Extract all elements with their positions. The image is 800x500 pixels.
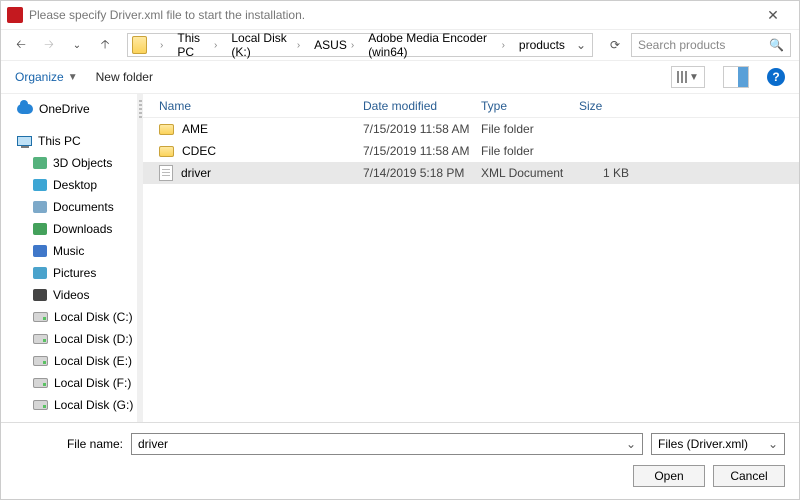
documents-icon [33,201,47,213]
tree-item-drive-g[interactable]: Local Disk (G:) [1,394,137,416]
tree-item-downloads[interactable]: Downloads [1,218,137,240]
new-folder-button[interactable]: New folder [96,70,153,84]
breadcrumb[interactable]: products [514,34,570,56]
videos-icon [33,289,47,301]
tree-item-thispc[interactable]: This PC [1,130,137,152]
drive-icon [33,400,48,410]
cloud-icon [17,104,33,114]
open-button[interactable]: Open [633,465,705,487]
downloads-icon [33,223,47,235]
tree-item-3dobjects[interactable]: 3D Objects [1,152,137,174]
tree-item-onedrive[interactable]: OneDrive [1,98,137,120]
file-dialog: Please specify Driver.xml file to start … [0,0,800,500]
desktop-icon [33,179,47,191]
list-item[interactable]: AME 7/15/2019 11:58 AM File folder [143,118,799,140]
column-headers: Name Date modified Type Size [143,94,799,118]
column-date[interactable]: Date modified [363,99,481,113]
chevron-right-icon: › [210,40,221,51]
pc-icon [17,136,32,146]
folder-icon [159,124,174,135]
forward-button[interactable]: 🡢 [37,33,61,57]
tree-item-music[interactable]: Music [1,240,137,262]
tree-item-drive-c[interactable]: Local Disk (C:) [1,306,137,328]
organize-menu[interactable]: Organize▼ [15,70,78,84]
filename-input[interactable]: driver ⌄ [131,433,643,455]
pictures-icon [33,267,47,279]
preview-pane-button[interactable] [723,66,749,88]
chevron-right-icon: › [156,40,167,51]
file-list: Name Date modified Type Size AME 7/15/20… [143,94,799,422]
objects-icon [33,157,47,169]
navbar: 🡠 🡢 ⌄ 🡡 › This PC› Local Disk (K:)› ASUS… [1,29,799,61]
breadcrumb[interactable]: ASUS› [309,34,363,56]
file-type-filter[interactable]: Files (Driver.xml) ⌄ [651,433,785,455]
chevron-down-icon: ▼ [68,72,78,83]
chevron-right-icon: › [347,40,358,51]
tree-item-videos[interactable]: Videos [1,284,137,306]
tree-item-documents[interactable]: Documents [1,196,137,218]
chevron-down-icon: ▼ [689,72,699,83]
chevron-right-icon: › [293,40,304,51]
breadcrumb[interactable]: Adobe Media Encoder (win64)› [363,34,514,56]
view-options-button[interactable]: ▼ [671,66,705,88]
column-type[interactable]: Type [481,99,579,113]
cancel-button[interactable]: Cancel [713,465,785,487]
search-icon: 🔍 [769,38,784,52]
tree-item-drive-d[interactable]: Local Disk (D:) [1,328,137,350]
chevron-down-icon[interactable]: ⌄ [626,437,636,451]
chevron-down-icon[interactable]: ⌄ [768,437,778,451]
up-button[interactable]: 🡡 [93,33,117,57]
tree-item-desktop[interactable]: Desktop [1,174,137,196]
address-bar[interactable]: › This PC› Local Disk (K:)› ASUS› Adobe … [127,33,593,57]
search-placeholder: Search products [638,38,725,52]
app-icon [7,7,23,23]
dialog-body: OneDrive This PC 3D Objects Desktop Docu… [1,93,799,422]
column-name[interactable]: Name [143,99,363,113]
toolbar: Organize▼ New folder ▼ ? [1,61,799,93]
list-item[interactable]: CDEC 7/15/2019 11:58 AM File folder [143,140,799,162]
list-item[interactable]: driver 7/14/2019 5:18 PM XML Document 1 … [143,162,799,184]
search-input[interactable]: Search products 🔍 [631,33,791,57]
address-dropdown[interactable]: ⌄ [570,38,592,52]
drive-icon [33,312,48,322]
titlebar: Please specify Driver.xml file to start … [1,1,799,29]
dialog-footer: File name: driver ⌄ Files (Driver.xml) ⌄… [1,422,799,499]
filename-label: File name: [15,437,123,451]
tree-item-drive-e[interactable]: Local Disk (E:) [1,350,137,372]
back-button[interactable]: 🡠 [9,33,33,57]
music-icon [33,245,47,257]
recent-locations-button[interactable]: ⌄ [65,33,89,57]
folder-icon [159,146,174,157]
help-button[interactable]: ? [767,68,785,86]
file-icon [159,165,173,181]
drive-icon [33,378,48,388]
tree-item-pictures[interactable]: Pictures [1,262,137,284]
refresh-button[interactable]: ⟳ [603,33,627,57]
column-size[interactable]: Size [579,99,639,113]
close-icon[interactable]: ✕ [753,7,793,24]
window-title: Please specify Driver.xml file to start … [29,8,753,22]
drive-icon [33,334,48,344]
nav-tree[interactable]: OneDrive This PC 3D Objects Desktop Docu… [1,94,137,422]
chevron-right-icon: › [498,40,509,51]
tree-item-drive-f[interactable]: Local Disk (F:) [1,372,137,394]
breadcrumb[interactable]: Local Disk (K:)› [226,34,309,56]
file-rows: AME 7/15/2019 11:58 AM File folder CDEC … [143,118,799,422]
folder-icon [132,36,147,54]
breadcrumb[interactable]: This PC› [172,34,226,56]
drive-icon [33,356,48,366]
